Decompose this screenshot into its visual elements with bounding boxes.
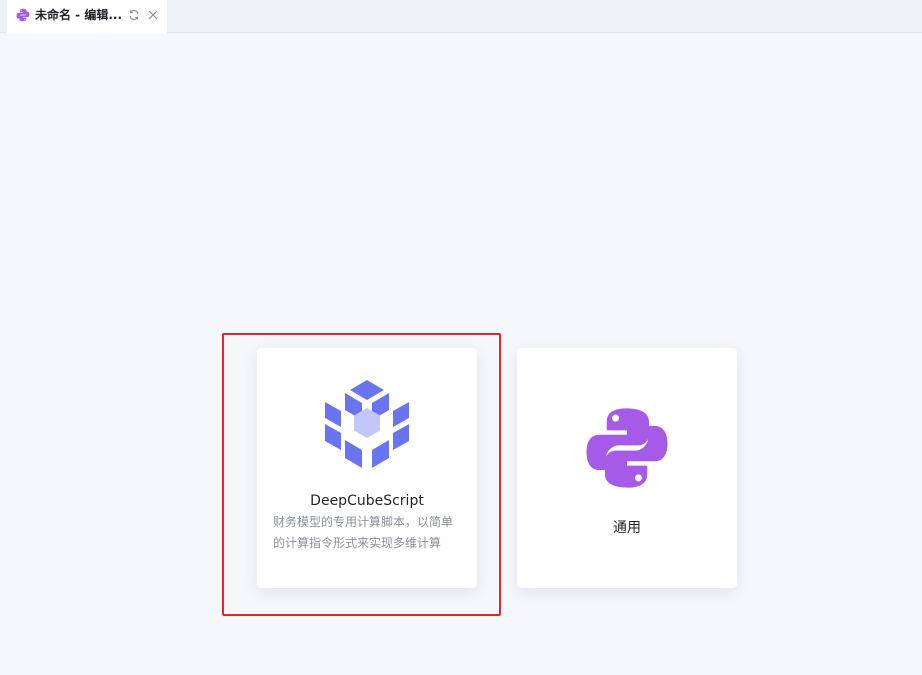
deepcubescript-card[interactable]: DeepCubeScript 财务模型的专用计算脚本，以简单的计算指令形式来实现… [257,348,477,588]
close-icon[interactable] [147,9,159,21]
general-python-card[interactable]: 通用 [517,348,737,588]
card-title: 通用 [613,520,641,536]
tab-bar: 未命名 - 编辑... [0,0,922,34]
cube-icon [325,380,409,468]
refresh-icon[interactable] [128,9,140,21]
card-description: 财务模型的专用计算脚本，以简单的计算指令形式来实现多维计算 [273,515,454,550]
script-type-selector: DeepCubeScript 财务模型的专用计算脚本，以简单的计算指令形式来实现… [0,33,922,675]
python-icon [16,8,30,22]
python-icon [586,408,668,488]
card-title: DeepCubeScript [310,493,424,509]
editor-tab[interactable]: 未命名 - 编辑... [7,0,167,34]
tab-title: 未命名 - 编辑... [35,8,123,22]
